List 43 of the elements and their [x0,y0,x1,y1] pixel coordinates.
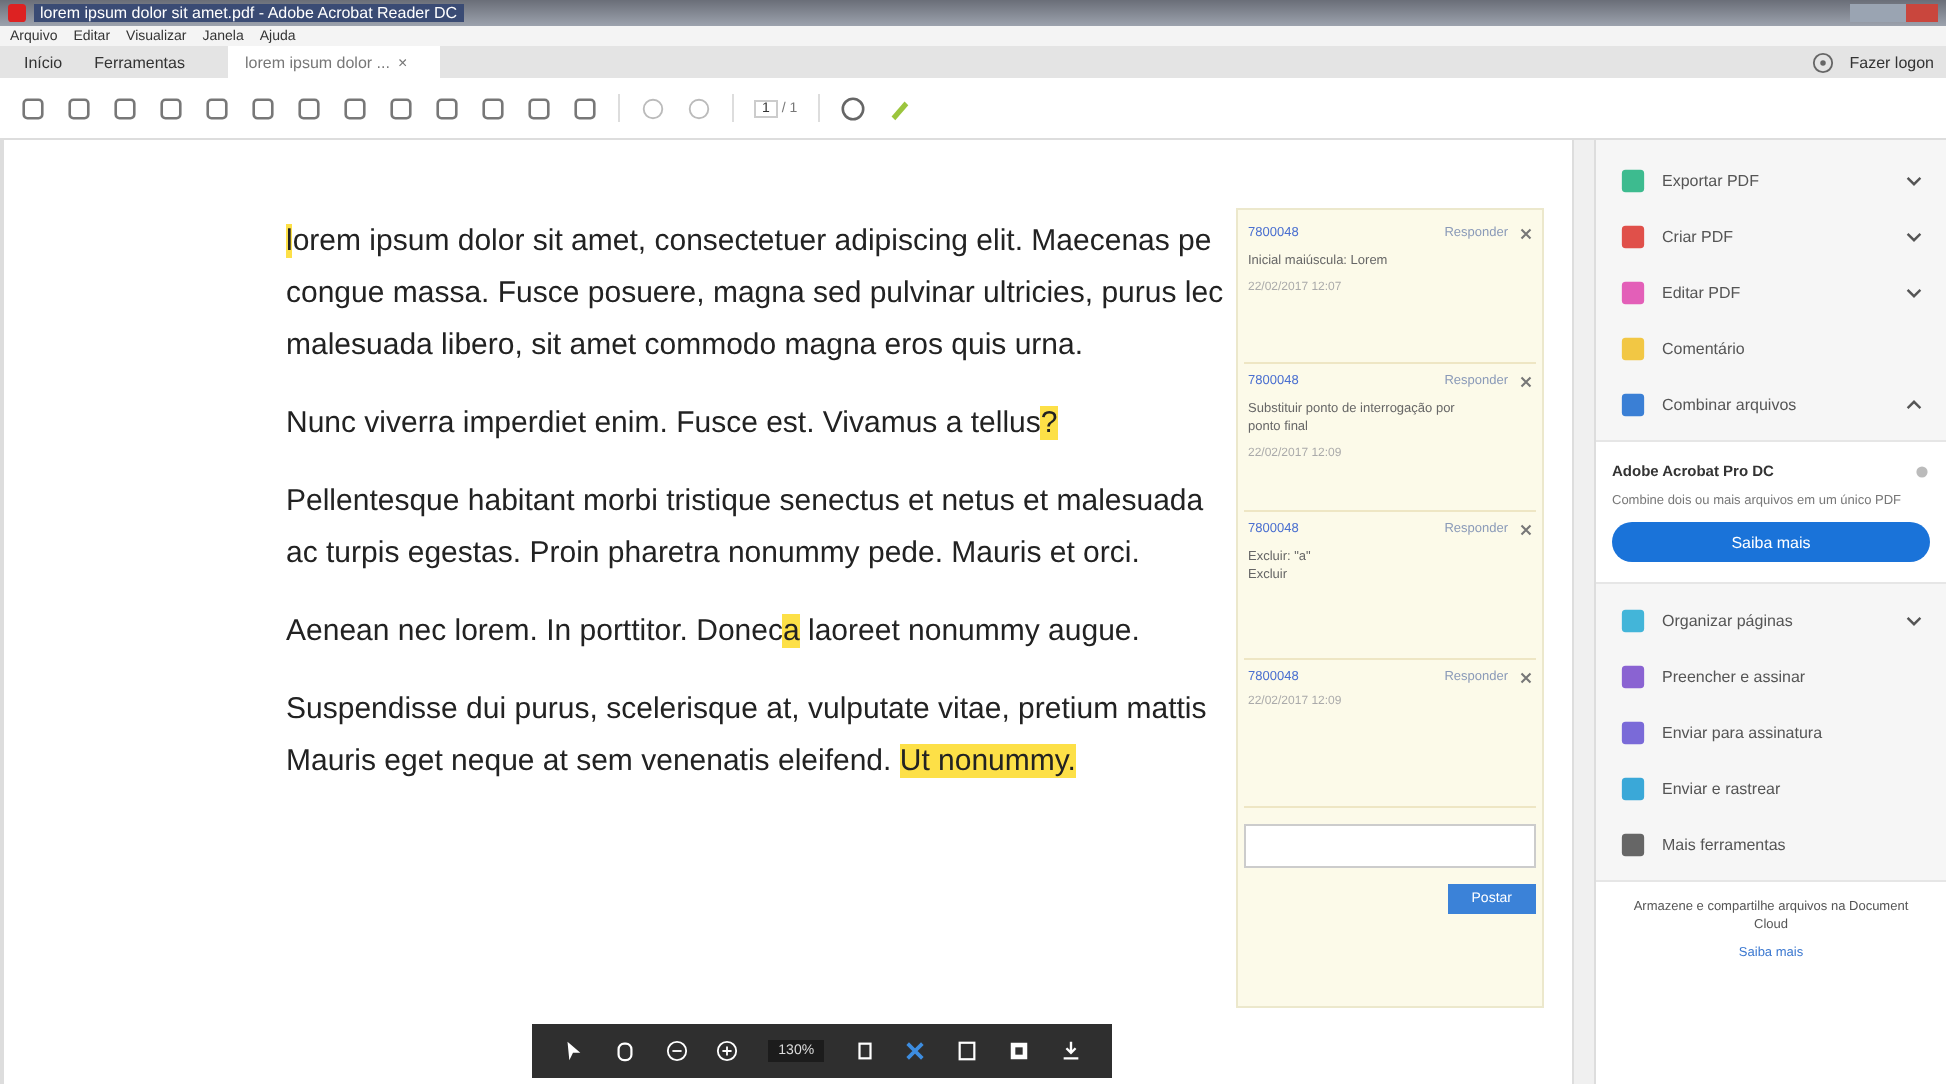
window-title: lorem ipsum dolor sit amet.pdf - Adobe Acrobat Reader DC [34,4,464,22]
sign-in-link[interactable]: Fazer logon [1849,53,1934,71]
zoom-out-icon[interactable] [665,1040,688,1062]
tab[interactable]: Ferramentas [78,46,201,78]
chevron-down-icon[interactable] [1906,287,1922,297]
tab[interactable]: Início [8,46,79,78]
learn-more-button[interactable]: Saiba mais [1612,522,1930,562]
tab[interactable]: lorem ipsum dolor ... × [228,46,441,78]
close-icon[interactable] [1520,523,1532,535]
pdf-icon [8,4,26,22]
close-icon[interactable] [1520,375,1532,387]
chevron-down-icon[interactable] [1906,175,1922,185]
help-icon[interactable] [1811,51,1834,73]
page-icon[interactable] [956,1040,979,1062]
tool-item[interactable]: Comentário [1608,320,1934,376]
text-line: Mauris eget neque at sem venenatis eleifend. Ut nonummy. [286,742,1076,782]
tool-item[interactable]: Mais ferramentas [1608,816,1934,872]
download-icon[interactable] [1059,1040,1082,1062]
tool-item[interactable]: Enviar e rastrear [1608,760,1934,816]
comment-field[interactable] [1244,824,1536,868]
tool-item[interactable]: Preencher e assinar [1608,648,1934,704]
text-line: lorem ipsum dolor sit amet, consectetuer adipiscing elit. Maecenas pe [286,222,1212,262]
chevron-down-icon[interactable] [1906,615,1922,625]
pointer-icon[interactable] [562,1040,585,1062]
text-line: ac turpis egestas. Proin pharetra nonummy pede. Mauris et orci. [286,534,1140,574]
text-line: Nunc viverra imperdiet enim. Fusce est. Vivamus a tellus? [286,404,1058,444]
text-line: Suspendisse dui purus, scelerisque at, vulputate vitae, pretium mattis [286,690,1207,730]
tool-item[interactable]: Editar PDF [1608,264,1934,320]
tool-item[interactable]: Exportar PDF [1608,152,1934,208]
close-icon[interactable] [1520,671,1532,683]
chevron-up-icon[interactable] [1906,399,1922,409]
text-line: Pellentesque habitant morbi tristique senectus et netus et malesuada [286,482,1204,522]
tool-item[interactable]: Enviar para assinatura [1608,704,1934,760]
text-line: malesuada libero, sit amet commodo magna eros quis urna. [286,326,1084,366]
tool-item[interactable]: Criar PDF [1608,208,1934,264]
zoom-in-icon[interactable] [716,1040,739,1062]
text-line: Aenean nec lorem. In porttitor. Doneca laoreet nonummy augue. [286,612,1140,652]
scrollbar[interactable] [1572,140,1594,1084]
text-line: congue massa. Fusce posuere, magna sed pulvinar ultricies, purus lec [286,274,1224,314]
tool-item[interactable]: Combinar arquivos [1608,376,1934,432]
close-icon[interactable] [1520,227,1532,239]
tool-item[interactable]: Organizar páginas [1608,592,1934,648]
chevron-down-icon[interactable] [1906,231,1922,241]
